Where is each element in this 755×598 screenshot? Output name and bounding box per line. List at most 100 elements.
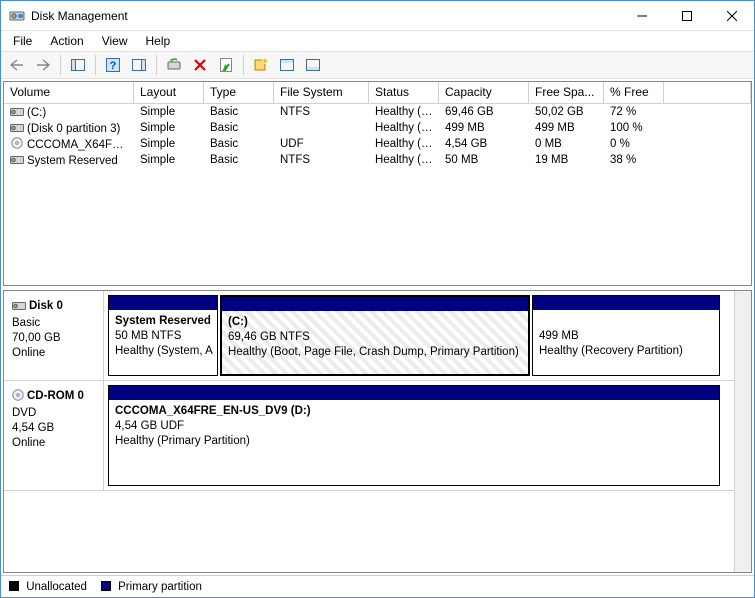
volume-layout: Simple: [134, 154, 204, 166]
hdd-icon: [12, 301, 26, 316]
partition-body: CCCOMA_X64FRE_EN-US_DV9 (D:)4,54 GB UDFH…: [109, 400, 719, 485]
col-pct-free[interactable]: % Free: [604, 82, 664, 103]
hdd-icon: [10, 154, 24, 166]
volume-row[interactable]: System ReservedSimpleBasicNTFSHealthy (S…: [4, 152, 751, 168]
partition-size: 50 MB NTFS: [115, 330, 181, 342]
volume-filesystem: UDF: [274, 138, 369, 150]
volume-pctfree: 38 %: [604, 154, 664, 166]
back-button[interactable]: [5, 54, 29, 76]
partition-bar: [533, 296, 719, 310]
volume-status: Healthy (P...: [369, 138, 439, 150]
partition-title: CCCOMA_X64FRE_EN-US_DV9 (D:): [115, 405, 311, 417]
legend-primary: Primary partition: [101, 581, 202, 593]
disk-label: CD-ROM 0: [27, 390, 84, 402]
new-volume-button[interactable]: [249, 54, 273, 76]
toolbar: ?: [1, 51, 754, 79]
disk-state: Online: [12, 436, 95, 451]
volume-filesystem: NTFS: [274, 106, 369, 118]
partition-bar: [109, 296, 217, 310]
cd-icon: [12, 389, 24, 406]
col-type[interactable]: Type: [204, 82, 274, 103]
show-hide-console-tree-button[interactable]: [66, 54, 90, 76]
volume-capacity: 4,54 GB: [439, 138, 529, 150]
menu-file[interactable]: File: [5, 32, 40, 50]
delete-button[interactable]: [188, 54, 212, 76]
volume-type: Basic: [204, 154, 274, 166]
volume-layout: Simple: [134, 122, 204, 134]
volume-type: Basic: [204, 106, 274, 118]
partition-body: 499 MB Healthy (Recovery Partition): [533, 310, 719, 375]
volume-capacity: 50 MB: [439, 154, 529, 166]
col-layout[interactable]: Layout: [134, 82, 204, 103]
col-spacer: [664, 82, 751, 103]
disk-type: Basic: [12, 316, 95, 331]
volume-row[interactable]: (C:)SimpleBasicNTFSHealthy (B...69,46 GB…: [4, 104, 751, 120]
volume-pctfree: 72 %: [604, 106, 664, 118]
volume-row[interactable]: CCCOMA_X64FRE...SimpleBasicUDFHealthy (P…: [4, 136, 751, 152]
volume-list-header: Volume Layout Type File System Status Ca…: [4, 82, 751, 104]
disk-row: Disk 0Basic70,00 GBOnlineSystem Reserved…: [4, 291, 734, 381]
volume-name: CCCOMA_X64FRE...: [27, 139, 134, 151]
partition-bar: [222, 297, 528, 311]
menu-view[interactable]: View: [94, 32, 136, 50]
menubar: File Action View Help: [1, 31, 754, 51]
disk-state: Online: [12, 346, 95, 361]
col-capacity[interactable]: Capacity: [439, 82, 529, 103]
partition-status: Healthy (Recovery Partition): [539, 345, 683, 357]
disk-partitions: System Reserved50 MB NTFSHealthy (System…: [104, 291, 734, 380]
col-volume[interactable]: Volume: [4, 82, 134, 103]
disk-row: CD-ROM 0DVD4,54 GBOnlineCCCOMA_X64FRE_EN…: [4, 381, 734, 491]
svg-text:?: ?: [110, 60, 117, 72]
help-button[interactable]: ?: [101, 54, 125, 76]
volume-name: (C:): [27, 107, 46, 119]
minimize-button[interactable]: [619, 1, 664, 31]
volume-row[interactable]: (Disk 0 partition 3)SimpleBasicHealthy (…: [4, 120, 751, 136]
partition[interactable]: 499 MB Healthy (Recovery Partition): [532, 295, 720, 376]
settings-bottom-button[interactable]: [301, 54, 325, 76]
volume-layout: Simple: [134, 106, 204, 118]
partition[interactable]: (C:)69,46 GB NTFSHealthy (Boot, Page Fil…: [220, 295, 530, 376]
volume-type: Basic: [204, 138, 274, 150]
properties-button[interactable]: [214, 54, 238, 76]
col-free-space[interactable]: Free Spa...: [529, 82, 604, 103]
partition[interactable]: System Reserved50 MB NTFSHealthy (System…: [108, 295, 218, 376]
volume-status: Healthy (S...: [369, 154, 439, 166]
window-title: Disk Management: [31, 9, 128, 23]
volume-list-rows[interactable]: (C:)SimpleBasicNTFSHealthy (B...69,46 GB…: [4, 104, 751, 285]
volume-list: Volume Layout Type File System Status Ca…: [3, 81, 752, 286]
hdd-icon: [10, 106, 24, 118]
show-hide-action-pane-button[interactable]: [127, 54, 151, 76]
disk-info[interactable]: CD-ROM 0DVD4,54 GBOnline: [4, 381, 104, 490]
legend-primary-label: Primary partition: [118, 581, 202, 593]
maximize-button[interactable]: [664, 1, 709, 31]
forward-button[interactable]: [31, 54, 55, 76]
partition-title: (C:): [228, 316, 248, 328]
scrollbar[interactable]: [734, 291, 751, 572]
partition-status: Healthy (Primary Partition): [115, 435, 250, 447]
disk-type: DVD: [12, 406, 95, 421]
menu-action[interactable]: Action: [42, 32, 91, 50]
disk-size: 70,00 GB: [12, 331, 95, 346]
legend: Unallocated Primary partition: [1, 575, 754, 597]
settings-top-button[interactable]: [275, 54, 299, 76]
refresh-button[interactable]: [162, 54, 186, 76]
partition[interactable]: CCCOMA_X64FRE_EN-US_DV9 (D:)4,54 GB UDFH…: [108, 385, 720, 486]
partition-size: 499 MB: [539, 330, 579, 342]
menu-help[interactable]: Help: [138, 32, 179, 50]
titlebar: Disk Management: [1, 1, 754, 31]
volume-pctfree: 100 %: [604, 122, 664, 134]
volume-filesystem: NTFS: [274, 154, 369, 166]
partition-status: Healthy (Boot, Page File, Crash Dump, Pr…: [228, 346, 519, 358]
partition-status: Healthy (System, A: [115, 345, 213, 357]
volume-free: 50,02 GB: [529, 106, 604, 118]
volume-free: 499 MB: [529, 122, 604, 134]
col-status[interactable]: Status: [369, 82, 439, 103]
volume-capacity: 499 MB: [439, 122, 529, 134]
col-filesystem[interactable]: File System: [274, 82, 369, 103]
volume-layout: Simple: [134, 138, 204, 150]
hdd-icon: [10, 122, 24, 134]
volume-status: Healthy (R...: [369, 122, 439, 134]
close-button[interactable]: [709, 1, 754, 31]
disk-graphical-view: Disk 0Basic70,00 GBOnlineSystem Reserved…: [3, 290, 752, 573]
disk-info[interactable]: Disk 0Basic70,00 GBOnline: [4, 291, 104, 380]
